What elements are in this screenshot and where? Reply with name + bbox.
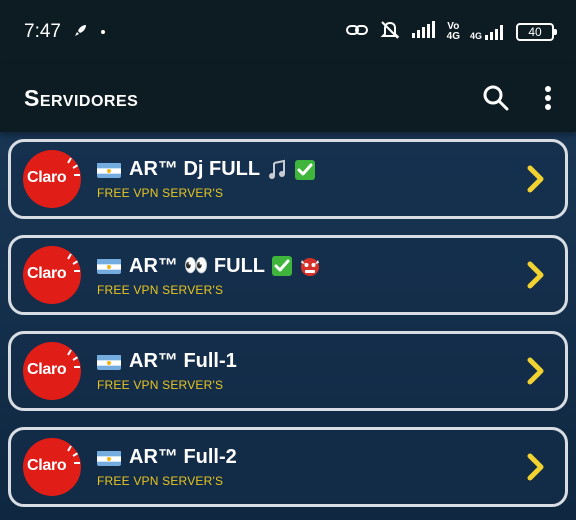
server-name: AR™ Dj FULL <box>129 158 261 180</box>
server-name-row: AR™ Dj FULL <box>97 158 521 181</box>
signal-icon <box>411 20 437 44</box>
battery-level: 40 <box>528 25 542 39</box>
more-vert-icon[interactable] <box>544 85 552 111</box>
battery-icon: 40 <box>516 23 557 41</box>
server-card[interactable]: Claro AR™ Dj FULL FREE VPN SERVER'S <box>8 139 568 219</box>
signal2-group: 4G <box>470 23 506 41</box>
status-bar: 7:47 Vo 4G 4G 40 <box>0 0 576 64</box>
server-name-row: AR™ Full-2 <box>97 446 521 469</box>
argentina-flag-icon <box>97 354 121 370</box>
volte-bottom: 4G <box>446 31 460 42</box>
check-mark-icon <box>271 255 293 277</box>
argentina-flag-icon <box>97 162 121 178</box>
chevron-right-icon[interactable] <box>521 356 551 386</box>
mute-bell-icon <box>379 20 401 45</box>
argentina-flag-icon <box>97 450 121 466</box>
server-list: Claro AR™ Dj FULL FREE VPN SERVER'S Clar… <box>8 139 568 520</box>
check-mark-icon <box>294 159 316 181</box>
server-card[interactable]: Claro AR™ Full-2 FREE VPN SERVER'S <box>8 427 568 507</box>
claro-logo: Claro <box>23 150 81 208</box>
music-note-icon <box>266 159 288 181</box>
status-right: Vo 4G 4G 40 <box>345 20 557 45</box>
server-card[interactable]: Claro AR™ 👀 FULL FREE VPN SERVER'S <box>8 235 568 315</box>
page-title: Servidores <box>24 84 139 111</box>
server-subtitle: FREE VPN SERVER'S <box>97 378 224 392</box>
volte-indicator: Vo 4G <box>447 22 460 42</box>
signal2-icon <box>485 25 503 40</box>
chevron-right-icon[interactable] <box>521 164 551 194</box>
server-name-row: AR™ 👀 FULL <box>97 253 521 278</box>
claro-logo: Claro <box>23 246 81 304</box>
server-name-row: AR™ Full-1 <box>97 350 521 373</box>
logo-text: Claro <box>27 457 67 474</box>
server-subtitle: FREE VPN SERVER'S <box>97 283 224 297</box>
app-bar: Servidores <box>0 64 576 132</box>
server-name: AR™ Full-1 <box>129 350 237 372</box>
server-subtitle: FREE VPN SERVER'S <box>97 474 224 488</box>
claro-logo: Claro <box>23 342 81 400</box>
chevron-right-icon[interactable] <box>521 260 551 290</box>
app-actions <box>482 84 552 112</box>
chevron-right-icon[interactable] <box>521 452 551 482</box>
logo-text: Claro <box>27 169 67 186</box>
server-subtitle: FREE VPN SERVER'S <box>97 186 224 200</box>
logo-text: Claro <box>27 361 67 378</box>
notification-dot <box>100 30 105 34</box>
server-card[interactable]: Claro AR™ Full-1 FREE VPN SERVER'S <box>8 331 568 411</box>
logo-text: Claro <box>27 265 67 282</box>
claro-logo: Claro <box>23 438 81 496</box>
status-left: 7:47 <box>24 21 105 43</box>
link-icon <box>345 21 369 44</box>
server-name: AR™ Full-2 <box>129 446 237 468</box>
server-text: AR™ Full-1 FREE VPN SERVER'S <box>97 350 521 392</box>
status-time: 7:47 <box>24 21 61 42</box>
argentina-flag-icon <box>97 258 121 274</box>
server-name: AR™ 👀 FULL <box>129 255 265 277</box>
server-text: AR™ Full-2 FREE VPN SERVER'S <box>97 446 521 488</box>
goblin-mask-icon <box>299 255 321 277</box>
search-icon[interactable] <box>482 84 510 112</box>
server-text: AR™ Dj FULL FREE VPN SERVER'S <box>97 158 521 200</box>
rocket-icon <box>73 22 89 43</box>
network2-label: 4G <box>469 31 482 41</box>
server-text: AR™ 👀 FULL FREE VPN SERVER'S <box>97 253 521 297</box>
